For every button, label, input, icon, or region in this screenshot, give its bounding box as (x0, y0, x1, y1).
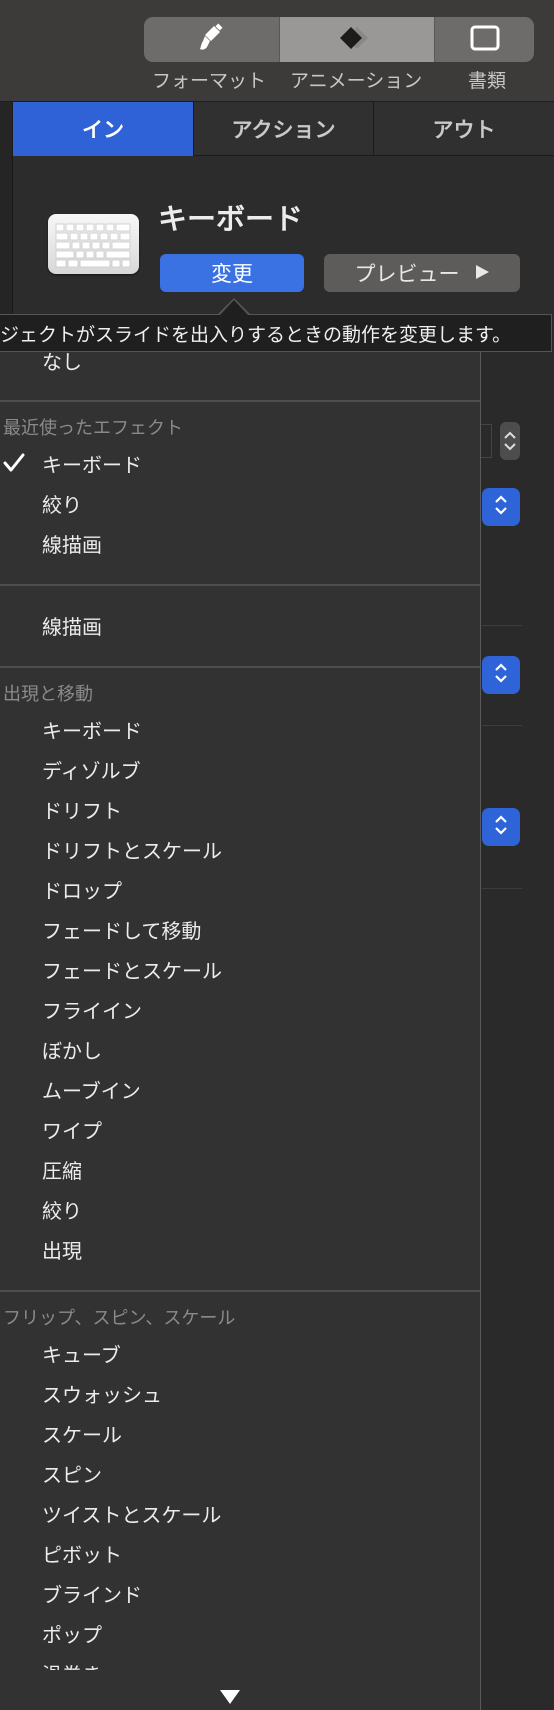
menu-item[interactable]: フェードとスケール (0, 949, 480, 989)
background-divider (482, 888, 522, 889)
menu-item-label: ドリフト (42, 798, 122, 823)
paintbrush-icon (197, 22, 227, 57)
menu-item[interactable]: ピボット (0, 1533, 480, 1573)
tooltip-text: ジェクトがスライドを出入りするときの動作を変更します。 (0, 323, 512, 346)
menu-item-label: ムーブイン (42, 1078, 141, 1103)
menu-header-flip: フリップ、スピン、スケール (3, 1308, 236, 1329)
menu-item[interactable]: 圧縮 (0, 1149, 480, 1189)
background-stepper[interactable] (500, 422, 520, 460)
animation-tabs: イン アクション アウト (13, 102, 554, 156)
document-label: 書類 (468, 70, 507, 92)
menu-separator (0, 400, 480, 402)
menu-item-label: 出現 (42, 1238, 82, 1263)
menu-item[interactable]: フライイン (0, 989, 480, 1029)
menu-item-linedraw[interactable]: 線描画 (0, 605, 480, 645)
menu-item[interactable]: ムーブイン (0, 1069, 480, 1109)
menu-item[interactable]: ドリフトとスケール (0, 829, 480, 869)
menu-item-label: スケール (42, 1422, 122, 1447)
menu-item-label: ポップ (42, 1622, 102, 1647)
animate-label: アニメーション (290, 70, 423, 92)
menu-item-label: ディゾルブ (42, 758, 141, 783)
keyboard-effect-icon (48, 214, 139, 274)
menu-item[interactable]: ぼかし (0, 1029, 480, 1069)
menu-separator (0, 666, 480, 668)
menu-separator (0, 1290, 480, 1292)
menu-separator (0, 584, 480, 586)
checkmark-icon (2, 451, 26, 475)
menu-item-label: ドロップ (42, 878, 122, 903)
inspector-segmented-control (144, 17, 534, 62)
background-popup-1[interactable] (482, 488, 520, 526)
menu-item[interactable]: ディゾルブ (0, 749, 480, 789)
menu-item-recent-iris[interactable]: 絞り (0, 483, 480, 523)
menu-item[interactable]: 出現 (0, 1229, 480, 1269)
menu-item-label: ツイストとスケール (42, 1502, 222, 1527)
menu-item[interactable]: フェードして移動 (0, 909, 480, 949)
menu-item-label: ぼかし (42, 1038, 102, 1063)
menu-item-label: ピボット (42, 1542, 122, 1567)
menu-item-label: 線描画 (42, 614, 102, 639)
menu-item-label: 線描画 (42, 532, 102, 557)
background-popup-2[interactable] (482, 656, 520, 694)
menu-scroll-area (0, 1670, 480, 1710)
format-label: フォーマット (152, 70, 267, 92)
menu-item-label: なし (42, 352, 82, 374)
menu-item[interactable]: ドロップ (0, 869, 480, 909)
menu-item-label: スウォッシュ (42, 1382, 162, 1407)
chevron-updown-icon (491, 811, 511, 843)
animate-button[interactable] (280, 17, 435, 62)
background-divider (482, 725, 522, 726)
menu-item[interactable]: ポップ (0, 1613, 480, 1653)
background-divider (482, 625, 522, 626)
menu-item[interactable]: ブラインド (0, 1573, 480, 1613)
menu-item-recent-keyboard[interactable]: キーボード (0, 443, 480, 483)
menu-header-recent: 最近使ったエフェクト (3, 418, 183, 439)
menu-item[interactable]: スピン (0, 1453, 480, 1493)
menu-item[interactable]: ワイプ (0, 1109, 480, 1149)
toolbar: フォーマット アニメーション 書類 (0, 0, 554, 102)
menu-item[interactable]: キーボード (0, 709, 480, 749)
menu-item-label: キーボード (42, 452, 142, 477)
effect-menu: なし 最近使ったエフェクト キーボード 絞り 線描画 線描画 出現と移動 キーボ… (0, 352, 481, 1710)
tab-action[interactable]: アクション (194, 102, 374, 156)
tab-build-out[interactable]: アウト (374, 102, 554, 156)
effect-name: キーボード (158, 202, 304, 236)
document-icon (470, 25, 500, 55)
menu-item[interactable]: ツイストとスケール (0, 1493, 480, 1533)
menu-item-label: 絞り (42, 1198, 82, 1223)
menu-item-recent-linedraw[interactable]: 線描画 (0, 523, 480, 563)
menu-item[interactable]: ドリフト (0, 789, 480, 829)
chevron-updown-icon (491, 659, 511, 691)
menu-item-label: キューブ (42, 1342, 121, 1367)
tab-build-in[interactable]: イン (13, 102, 194, 156)
menu-item-label: ブラインド (42, 1582, 142, 1607)
animate-diamonds-icon (337, 24, 377, 56)
chevron-updown-icon (491, 491, 511, 523)
preview-label: プレビュー (354, 262, 460, 286)
change-effect-button[interactable]: 変更 (160, 254, 304, 292)
menu-item-label: スピン (42, 1462, 102, 1487)
menu-item[interactable]: 絞り (0, 1189, 480, 1229)
menu-item-label: 圧縮 (42, 1158, 82, 1183)
menu-item[interactable]: スケール (0, 1413, 480, 1453)
scroll-down-arrow-icon[interactable] (220, 1690, 240, 1704)
menu-item-label: フェードとスケール (42, 958, 222, 983)
menu-item-label: 絞り (42, 492, 82, 517)
preview-button[interactable]: プレビュー (324, 254, 520, 292)
menu-item-label: フェードして移動 (42, 918, 202, 943)
menu-item[interactable]: スウォッシュ (0, 1373, 480, 1413)
format-button[interactable] (144, 17, 280, 62)
background-popup-3[interactable] (482, 808, 520, 846)
tooltip-pointer-fill (220, 300, 248, 315)
menu-item-label: ドリフトとスケール (42, 838, 222, 863)
menu-header-appear: 出現と移動 (3, 684, 93, 705)
menu-item-label: フライイン (42, 998, 142, 1023)
menu-item-label: ワイプ (42, 1118, 102, 1143)
menu-item-none[interactable]: なし (0, 352, 480, 380)
menu-item-label: キーボード (42, 718, 142, 743)
menu-item[interactable]: キューブ (0, 1333, 480, 1373)
document-button[interactable] (435, 17, 534, 62)
play-triangle-icon (474, 261, 490, 285)
tooltip: ジェクトがスライドを出入りするときの動作を変更します。 (0, 314, 552, 352)
